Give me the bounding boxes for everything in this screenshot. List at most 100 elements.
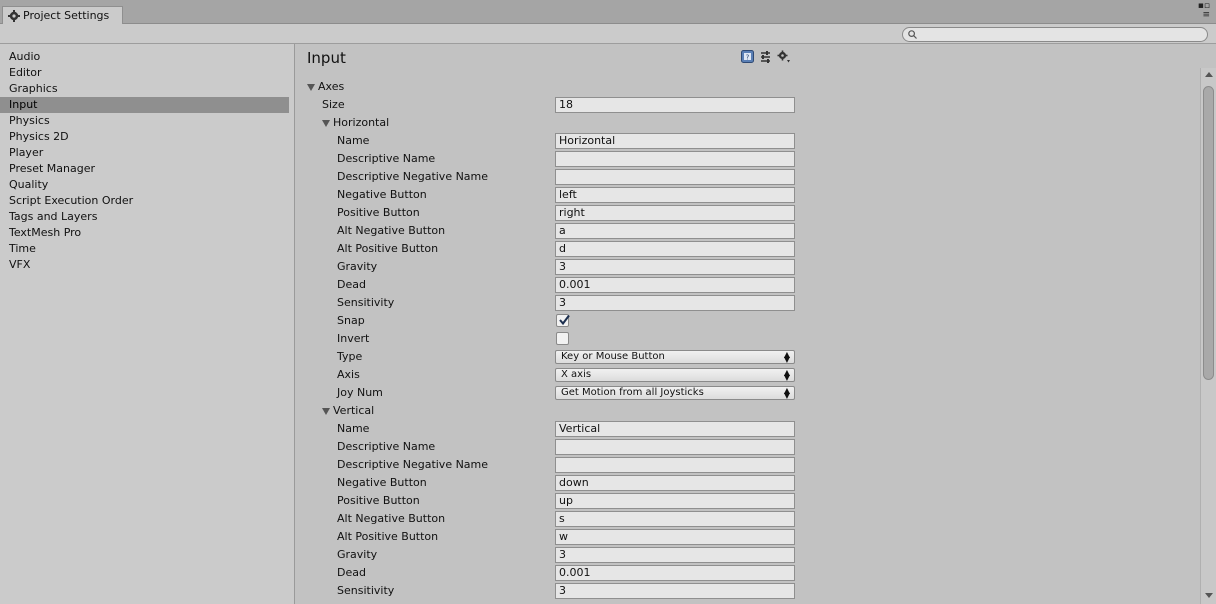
sidebar-item-vfx[interactable]: VFX (0, 257, 289, 273)
negative-button-field[interactable]: down (555, 475, 795, 491)
gravity-field[interactable]: 3 (555, 547, 795, 563)
horizontal-foldout[interactable]: Horizontal (296, 114, 1200, 132)
search-input[interactable] (902, 27, 1208, 42)
vertical-sensitivity-row: Sensitivity 3 (296, 582, 1200, 600)
horizontal-descriptive-name-row: Descriptive Name (296, 150, 1200, 168)
sensitivity-label: Sensitivity (337, 584, 395, 597)
sensitivity-field[interactable]: 3 (555, 295, 795, 311)
invert-checkbox[interactable] (556, 332, 569, 345)
horizontal-alt-negative-button-row: Alt Negative Button a (296, 222, 1200, 240)
vertical-alt-negative-button-row: Alt Negative Button s (296, 510, 1200, 528)
axis-label: Axis (337, 368, 360, 381)
alt-negative-button-field[interactable]: s (555, 511, 795, 527)
type-dropdown-value: Key or Mouse Button (561, 351, 665, 362)
axes-foldout[interactable]: Axes (296, 78, 1200, 96)
descriptive-negative-name-label: Descriptive Negative Name (337, 170, 489, 183)
alt-positive-button-field[interactable]: d (555, 241, 795, 257)
sensitivity-label: Sensitivity (337, 296, 395, 309)
sidebar-item-graphics[interactable]: Graphics (0, 81, 289, 97)
negative-button-field[interactable]: left (555, 187, 795, 203)
name-field[interactable]: Vertical (555, 421, 795, 437)
context-menu-icon[interactable]: ≡ (1202, 11, 1210, 20)
page-title: Input (307, 49, 346, 67)
type-label: Type (337, 350, 363, 363)
positive-button-field[interactable]: right (555, 205, 795, 221)
presets-icon[interactable] (759, 50, 772, 63)
scrollbar-thumb[interactable] (1203, 86, 1214, 380)
negative-button-label: Negative Button (337, 188, 427, 201)
name-field[interactable]: Horizontal (555, 133, 795, 149)
sidebar-item-input[interactable]: Input (0, 97, 289, 113)
vertical-dead-row: Dead 0.001 (296, 564, 1200, 582)
horizontal-type-row: Type Key or Mouse Button ▲ ▼ (296, 348, 1200, 366)
descriptive-negative-name-field[interactable] (555, 457, 795, 473)
positive-button-field[interactable]: up (555, 493, 795, 509)
alt-positive-button-field[interactable]: w (555, 529, 795, 545)
joy-num-label: Joy Num (337, 386, 383, 399)
sidebar-item-script-execution-order[interactable]: Script Execution Order (0, 193, 289, 209)
sidebar-item-player[interactable]: Player (0, 145, 289, 161)
horizontal-negative-button-row: Negative Button left (296, 186, 1200, 204)
horizontal-positive-button-row: Positive Button right (296, 204, 1200, 222)
horizontal-sensitivity-row: Sensitivity 3 (296, 294, 1200, 312)
dead-field[interactable]: 0.001 (555, 565, 795, 581)
dead-field[interactable]: 0.001 (555, 277, 795, 293)
tab-title: Project Settings (23, 9, 110, 22)
sidebar-item-audio[interactable]: Audio (0, 49, 289, 65)
snap-label: Snap (337, 314, 365, 327)
descriptive-name-field[interactable] (555, 439, 795, 455)
axis-dropdown[interactable]: X axis ▲ ▼ (555, 368, 795, 382)
alt-positive-button-label: Alt Positive Button (337, 530, 439, 543)
tab-project-settings[interactable]: Project Settings (2, 6, 123, 24)
vertical-positive-button-row: Positive Button up (296, 492, 1200, 510)
horizontal-snap-row: Snap (296, 312, 1200, 330)
sidebar-item-textmesh-pro[interactable]: TextMesh Pro (0, 225, 289, 241)
sidebar-item-physics-2d[interactable]: Physics 2D (0, 129, 289, 145)
horizontal-alt-positive-button-row: Alt Positive Button d (296, 240, 1200, 258)
gravity-label: Gravity (337, 260, 378, 273)
snap-checkbox[interactable] (556, 314, 570, 327)
horizontal-foldout-label: Horizontal (333, 116, 390, 129)
window-controls: ▪▫ ≡ (1198, 2, 1210, 20)
horizontal-axis-row: Axis X axis ▲ ▼ (296, 366, 1200, 384)
gear-icon (8, 9, 20, 22)
settings-toolbar (0, 24, 1216, 44)
vertical-name-row: Name Vertical (296, 420, 1200, 438)
invert-label: Invert (337, 332, 370, 345)
sidebar-item-preset-manager[interactable]: Preset Manager (0, 161, 289, 177)
scroll-down-arrow-icon[interactable] (1205, 593, 1213, 598)
size-field[interactable]: 18 (555, 97, 795, 113)
vertical-foldout[interactable]: Vertical (296, 402, 1200, 420)
settings-icon[interactable] (777, 50, 790, 63)
horizontal-joy-num-row: Joy Num Get Motion from all Joysticks ▲ ▼ (296, 384, 1200, 402)
sidebar-item-physics[interactable]: Physics (0, 113, 289, 129)
vertical-descriptive-name-row: Descriptive Name (296, 438, 1200, 456)
sidebar-item-time[interactable]: Time (0, 241, 289, 257)
foldout-arrow-icon (307, 83, 315, 91)
descriptive-name-field[interactable] (555, 151, 795, 167)
horizontal-dead-row: Dead 0.001 (296, 276, 1200, 294)
sidebar-item-quality[interactable]: Quality (0, 177, 289, 193)
vertical-scrollbar[interactable] (1200, 68, 1216, 604)
alt-negative-button-label: Alt Negative Button (337, 512, 446, 525)
alt-positive-button-label: Alt Positive Button (337, 242, 439, 255)
gravity-label: Gravity (337, 548, 378, 561)
sidebar-item-editor[interactable]: Editor (0, 65, 289, 81)
joy-num-dropdown[interactable]: Get Motion from all Joysticks ▲ ▼ (555, 386, 795, 400)
sensitivity-field[interactable]: 3 (555, 583, 795, 599)
svg-text:?: ? (746, 53, 750, 61)
gravity-field[interactable]: 3 (555, 259, 795, 275)
alt-negative-button-field[interactable]: a (555, 223, 795, 239)
foldout-arrow-icon (322, 407, 330, 415)
type-dropdown[interactable]: Key or Mouse Button ▲ ▼ (555, 350, 795, 364)
joy-num-dropdown-value: Get Motion from all Joysticks (561, 387, 704, 398)
scroll-up-arrow-icon[interactable] (1205, 72, 1213, 77)
vertical-foldout-label: Vertical (333, 404, 375, 417)
name-label: Name (337, 134, 370, 147)
help-icon[interactable]: ? (741, 50, 754, 63)
alt-negative-button-label: Alt Negative Button (337, 224, 446, 237)
sidebar-item-tags-and-layers[interactable]: Tags and Layers (0, 209, 289, 225)
dead-label: Dead (337, 278, 366, 291)
descriptive-negative-name-field[interactable] (555, 169, 795, 185)
size-label: Size (322, 98, 345, 111)
